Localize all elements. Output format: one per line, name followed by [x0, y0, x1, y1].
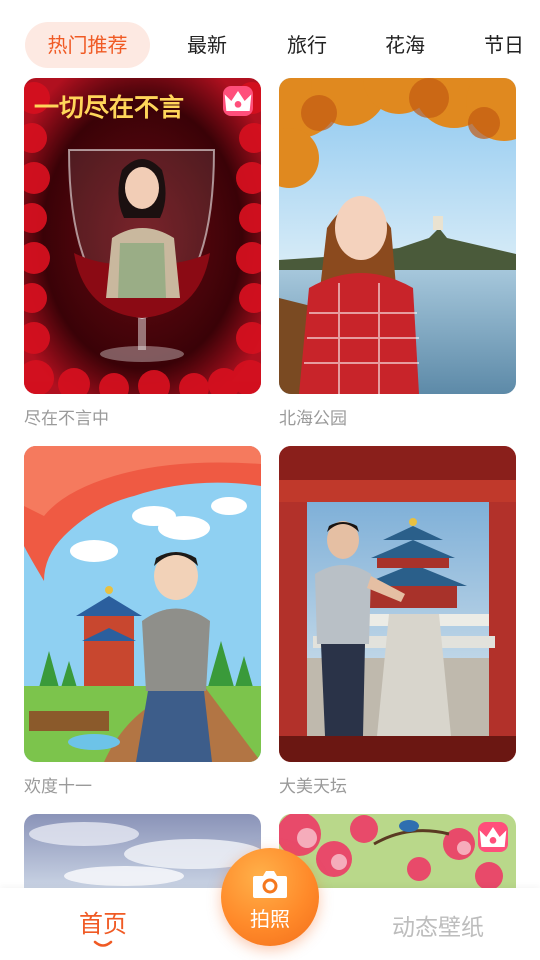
- template-card[interactable]: 一切尽在不言: [24, 78, 261, 394]
- vip-badge: [223, 86, 253, 116]
- camera-label: 拍照: [250, 907, 290, 931]
- category-tabs: 热门推荐 最新 旅行 花海 节日: [0, 22, 540, 70]
- camera-icon: [253, 871, 287, 898]
- nav-home[interactable]: 首页: [60, 904, 146, 939]
- tab-travel[interactable]: 旅行: [272, 22, 342, 68]
- tab-latest[interactable]: 最新: [172, 22, 242, 68]
- card-title: 尽在不言中: [24, 409, 109, 429]
- template-card[interactable]: [279, 446, 516, 762]
- nav-live-wallpaper[interactable]: 动态壁纸: [378, 908, 498, 942]
- tab-flowers[interactable]: 花海: [370, 22, 440, 68]
- card-title: 欢度十一: [24, 777, 92, 797]
- card-title: 大美天坛: [279, 777, 347, 797]
- template-card[interactable]: [24, 446, 261, 762]
- crown-icon: [479, 827, 507, 847]
- tab-festival[interactable]: 节日: [470, 22, 540, 68]
- camera-button[interactable]: 拍照: [221, 848, 319, 946]
- template-thumbnail: 一切尽在不言: [24, 78, 261, 394]
- template-thumbnail: [279, 446, 516, 762]
- template-thumbnail: [279, 78, 516, 394]
- banner-text: 一切尽在不言: [34, 93, 184, 122]
- template-card[interactable]: [279, 78, 516, 394]
- card-title: 北海公园: [279, 409, 347, 429]
- smile-underline-icon: [93, 940, 113, 947]
- tab-hot[interactable]: 热门推荐: [25, 22, 150, 68]
- crown-icon: [224, 91, 252, 111]
- vip-badge: [478, 822, 508, 852]
- template-thumbnail: [24, 446, 261, 762]
